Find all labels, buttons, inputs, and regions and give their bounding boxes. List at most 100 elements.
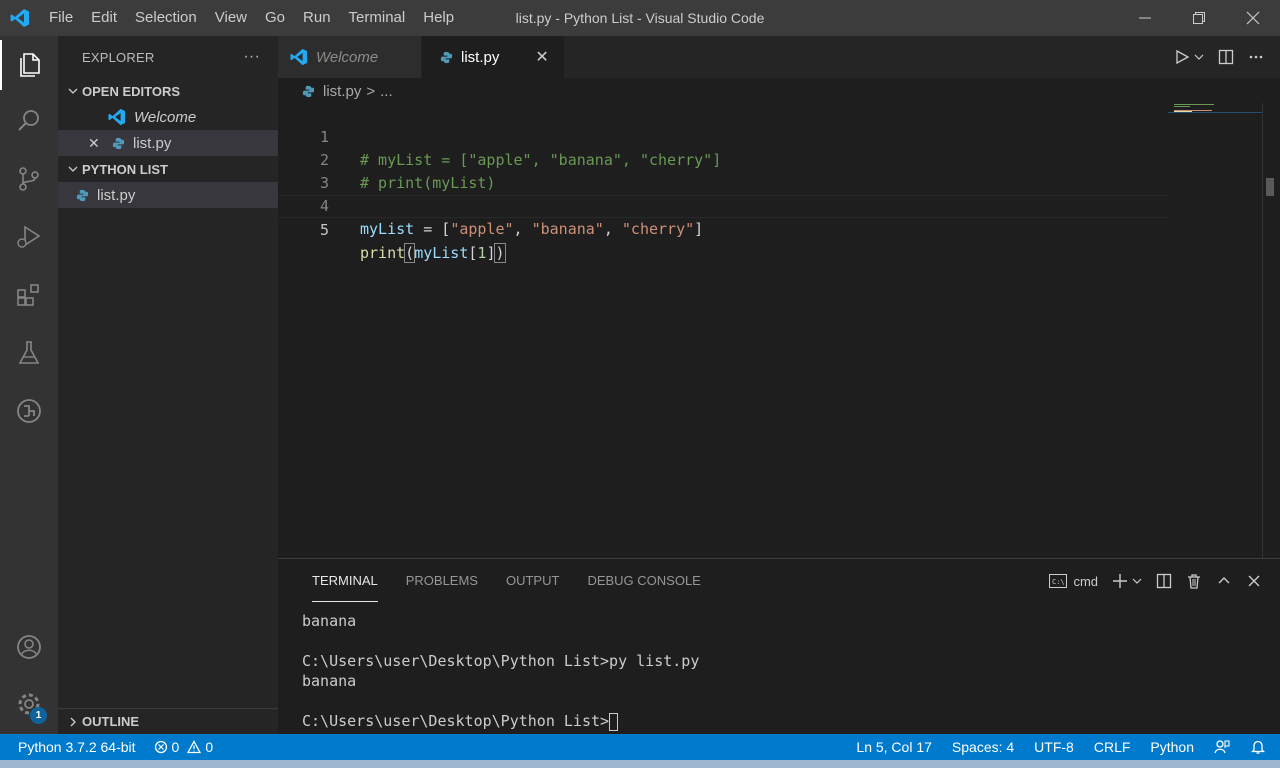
code-line[interactable]: 3 xyxy=(278,149,1168,192)
cursor-position-status[interactable]: Ln 5, Col 17 xyxy=(856,739,932,755)
menu-selection[interactable]: Selection xyxy=(126,0,206,36)
explorer-title: EXPLORER xyxy=(82,49,155,65)
python-interpreter-status[interactable]: Python 3.7.2 64-bit xyxy=(18,739,136,755)
menu-file[interactable]: File xyxy=(40,0,82,36)
terminal-selector[interactable]: C:\ cmd xyxy=(1049,574,1098,589)
token-comma: , xyxy=(513,220,532,238)
folder-label: PYTHON LIST xyxy=(82,161,168,177)
accounts-button[interactable] xyxy=(0,622,58,672)
breadcrumb: list.py > ... xyxy=(278,78,1280,104)
kill-terminal-button[interactable] xyxy=(1186,573,1202,589)
source-control-button[interactable] xyxy=(0,154,58,204)
scrollbar-thumb[interactable] xyxy=(1266,178,1274,196)
close-tab-button[interactable]: ✕ xyxy=(535,47,548,67)
code-editor[interactable]: 1 # myList = ["apple", "banana", "cherry… xyxy=(278,103,1168,558)
menu-bar: File Edit Selection View Go Run Terminal… xyxy=(40,0,463,36)
minimize-button[interactable] xyxy=(1118,0,1172,36)
open-editor-list-py[interactable]: ✕ list.py xyxy=(58,130,278,156)
breadcrumb-symbols[interactable]: ... xyxy=(380,83,393,100)
token-string: "cherry" xyxy=(621,220,695,238)
explorer-button[interactable] xyxy=(0,40,58,90)
tab-terminal[interactable]: TERMINAL xyxy=(298,559,392,603)
code-line[interactable]: 4 myList = ["apple", "banana", "cherry"] xyxy=(278,172,1168,238)
token-bracket: ] xyxy=(694,220,704,238)
split-terminal-button[interactable] xyxy=(1156,573,1172,589)
open-editor-welcome[interactable]: Welcome xyxy=(58,104,278,130)
run-file-button[interactable] xyxy=(1174,49,1204,65)
menu-view[interactable]: View xyxy=(206,0,256,36)
menu-edit[interactable]: Edit xyxy=(82,0,126,36)
open-editors-section-header[interactable]: OPEN EDITORS xyxy=(58,78,278,104)
breadcrumb-file[interactable]: list.py xyxy=(323,83,361,100)
source-control-icon xyxy=(19,167,39,191)
close-editor-button[interactable]: ✕ xyxy=(88,135,100,152)
menu-go[interactable]: Go xyxy=(256,0,294,36)
vscode-logo-icon xyxy=(0,0,40,36)
tab-problems[interactable]: PROBLEMS xyxy=(392,559,492,603)
title-bar: File Edit Selection View Go Run Terminal… xyxy=(0,0,1280,36)
more-actions-button[interactable] xyxy=(1248,49,1264,65)
token-operator: = [ xyxy=(414,220,451,238)
feedback-button[interactable] xyxy=(1214,739,1230,755)
problems-status[interactable]: 0 0 xyxy=(154,739,213,755)
open-editor-label: list.py xyxy=(133,134,172,152)
terminal-prompt: C:\Users\user\Desktop\Python List> xyxy=(302,712,610,730)
code-line[interactable]: 1 # myList = ["apple", "banana", "cherry… xyxy=(278,103,1168,169)
tab-welcome[interactable]: Welcome xyxy=(278,36,422,78)
split-editor-button[interactable] xyxy=(1218,49,1234,65)
chevron-up-icon xyxy=(1218,577,1230,584)
vscode-icon xyxy=(108,108,126,126)
minimap[interactable] xyxy=(1168,103,1262,558)
python-list-folder-header[interactable]: PYTHON LIST xyxy=(58,156,278,182)
window-controls xyxy=(1118,0,1280,36)
search-button[interactable] xyxy=(0,96,58,146)
more-actions-button[interactable]: ··· xyxy=(243,48,260,66)
search-icon xyxy=(18,110,39,131)
token-string: "apple" xyxy=(450,220,514,238)
maximize-panel-button[interactable] xyxy=(1216,573,1232,589)
restore-button[interactable] xyxy=(1172,0,1226,36)
code-line[interactable]: 2 # print(myList) xyxy=(278,126,1168,192)
error-count: 0 xyxy=(171,739,180,755)
remote-explorer-icon xyxy=(17,399,41,423)
token-paren: ) xyxy=(494,243,506,263)
language-mode-status[interactable]: Python xyxy=(1150,739,1194,755)
manage-badge: 1 xyxy=(30,707,47,724)
manage-button[interactable]: 1 xyxy=(0,679,58,729)
encoding-status[interactable]: UTF-8 xyxy=(1034,739,1074,755)
trash-icon xyxy=(1188,574,1200,589)
terminal-output[interactable]: banana C:\Users\user\Desktop\Python List… xyxy=(278,603,1280,731)
menu-help[interactable]: Help xyxy=(414,0,463,36)
vscode-icon xyxy=(290,48,308,66)
menu-run[interactable]: Run xyxy=(294,0,340,36)
open-editors-label: OPEN EDITORS xyxy=(82,83,181,99)
eol-status[interactable]: CRLF xyxy=(1094,739,1131,755)
run-debug-button[interactable] xyxy=(0,212,58,262)
close-panel-button[interactable] xyxy=(1246,573,1262,589)
accounts-icon xyxy=(17,635,41,659)
tab-output[interactable]: OUTPUT xyxy=(492,559,573,603)
notifications-button[interactable] xyxy=(1250,739,1266,755)
error-icon xyxy=(154,740,167,754)
remote-explorer-button[interactable] xyxy=(0,386,58,436)
editor-scrollbar[interactable] xyxy=(1262,103,1280,558)
token-string: "banana" xyxy=(531,220,604,238)
python-icon xyxy=(112,137,125,150)
outline-section-header[interactable]: OUTLINE xyxy=(58,708,278,734)
file-list-py[interactable]: list.py xyxy=(58,182,278,208)
tab-list-py[interactable]: list.py ✕ xyxy=(422,36,565,78)
menu-terminal[interactable]: Terminal xyxy=(340,0,415,36)
testing-button[interactable] xyxy=(0,328,58,378)
indentation-status[interactable]: Spaces: 4 xyxy=(952,739,1014,755)
code-line-current[interactable]: 5 print(myList[1]) xyxy=(278,195,1168,263)
chevron-right-icon xyxy=(64,717,82,727)
line-number: 5 xyxy=(319,221,329,239)
extensions-button[interactable] xyxy=(0,270,58,320)
terminal-prompt-line[interactable]: C:\Users\user\Desktop\Python List> xyxy=(302,711,1280,731)
close-window-button[interactable] xyxy=(1226,0,1280,36)
token-variable: myList xyxy=(414,244,469,262)
tab-debug-console[interactable]: DEBUG CONSOLE xyxy=(573,559,714,603)
close-icon xyxy=(1248,575,1260,587)
new-terminal-button[interactable] xyxy=(1112,573,1142,589)
